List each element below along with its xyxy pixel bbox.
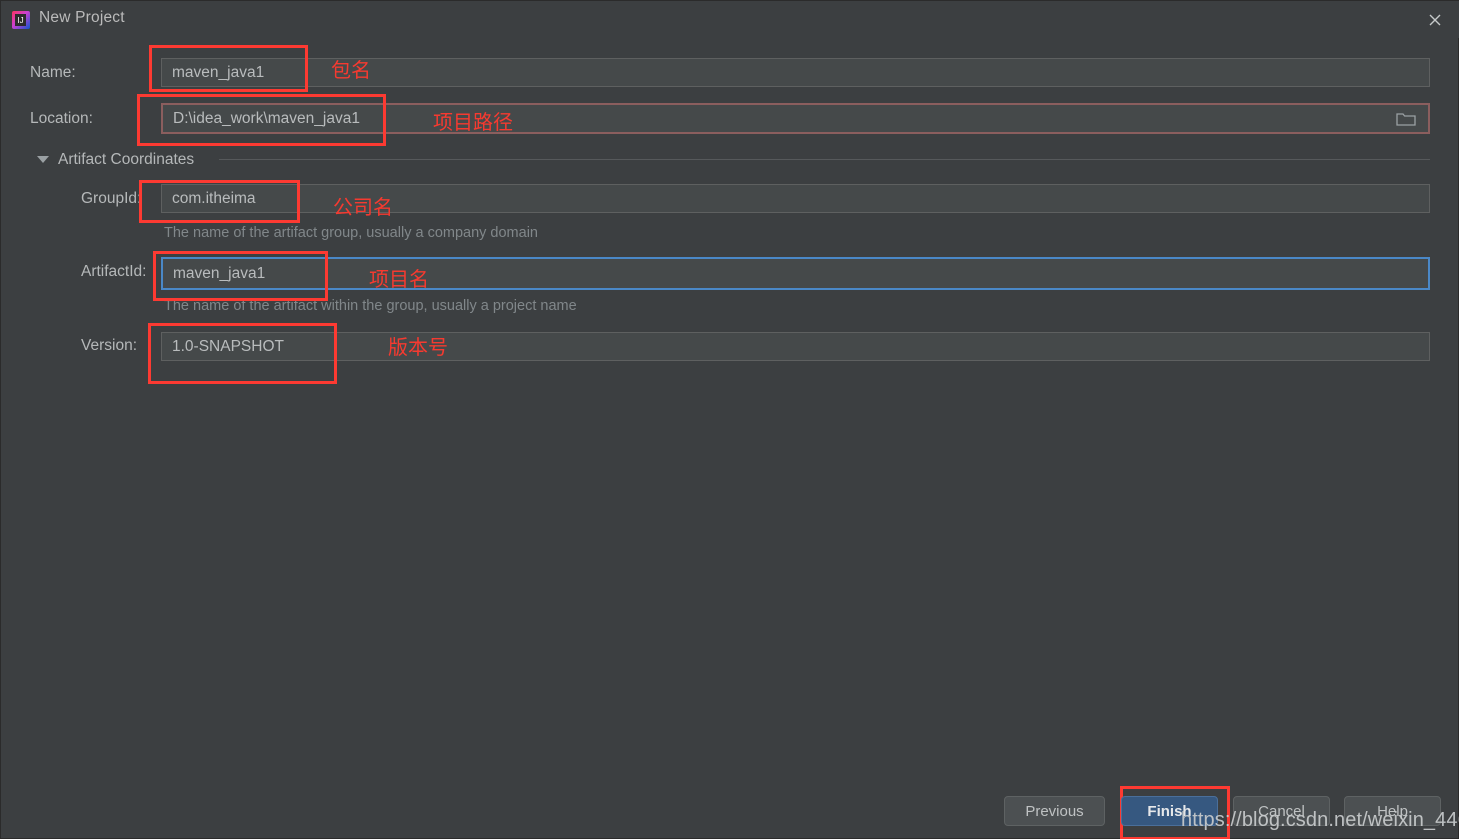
section-divider <box>219 159 1430 160</box>
artifact-id-label: ArtifactId: <box>81 263 147 280</box>
annotation-label-location: 项目路径 <box>433 112 513 134</box>
annotation-label-artifactid: 项目名 <box>369 269 429 291</box>
intellij-idea-icon: IJ <box>11 10 31 30</box>
group-id-label: GroupId: <box>81 190 142 207</box>
version-label: Version: <box>81 337 138 354</box>
group-id-hint: The name of the artifact group, usually … <box>164 225 538 241</box>
artifact-coordinates-label[interactable]: Artifact Coordinates <box>58 151 194 169</box>
location-input[interactable]: D:\idea_work\maven_java1 <box>161 103 1430 134</box>
annotation-label-version: 版本号 <box>388 337 448 359</box>
name-label: Name: <box>30 64 76 81</box>
chevron-down-icon[interactable] <box>37 156 49 163</box>
folder-icon[interactable] <box>1396 111 1416 127</box>
title-bar: IJ New Project <box>1 1 1459 38</box>
annotation-label-groupid: 公司名 <box>333 197 393 219</box>
artifact-id-input[interactable]: maven_java1 <box>161 257 1430 290</box>
artifact-id-hint: The name of the artifact within the grou… <box>164 298 577 314</box>
svg-text:IJ: IJ <box>17 16 23 25</box>
version-input[interactable]: 1.0-SNAPSHOT <box>161 332 1430 361</box>
close-icon[interactable] <box>1424 9 1446 31</box>
new-project-dialog: IJ New Project Name: maven_java1 Locatio… <box>0 0 1459 839</box>
location-value: D:\idea_work\maven_java1 <box>173 109 360 127</box>
watermark-url: https://blog.csdn.net/weixin_44682587 <box>1181 809 1459 831</box>
previous-button-label: Previous <box>1025 802 1084 820</box>
previous-button[interactable]: Previous <box>1004 796 1105 826</box>
annotation-label-name: 包名 <box>331 60 371 82</box>
location-label: Location: <box>30 110 93 127</box>
window-title: New Project <box>39 9 125 26</box>
